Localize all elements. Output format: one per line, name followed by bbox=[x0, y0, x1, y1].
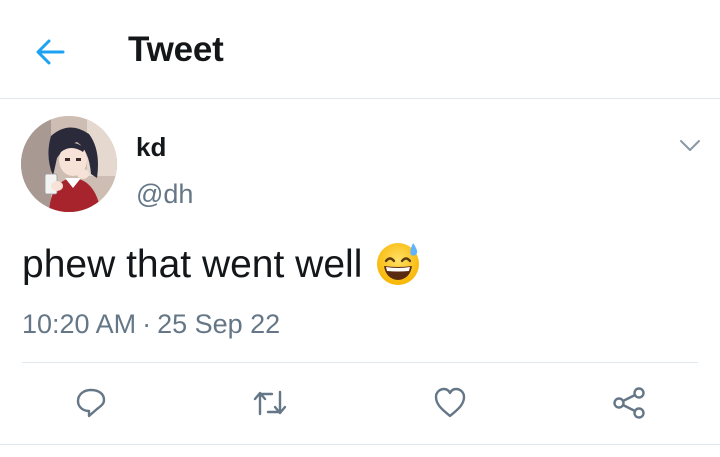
share-button[interactable] bbox=[609, 383, 649, 423]
arrow-left-icon bbox=[36, 39, 65, 65]
chevron-down-icon bbox=[680, 140, 700, 151]
author-handle[interactable]: @dh bbox=[136, 178, 193, 210]
retweet-icon bbox=[253, 390, 287, 416]
like-button[interactable] bbox=[430, 383, 470, 423]
tweet-date: 25 Sep 22 bbox=[157, 309, 281, 339]
avatar[interactable] bbox=[21, 116, 117, 212]
divider bbox=[22, 362, 698, 363]
tweet-detail-screen: Tweet kd @dh phew that went well 10:20 A… bbox=[0, 0, 720, 457]
reply-button[interactable] bbox=[71, 383, 111, 423]
share-icon bbox=[613, 387, 645, 419]
top-app-bar: Tweet bbox=[0, 0, 720, 99]
retweet-button[interactable] bbox=[250, 383, 290, 423]
tweet-timestamp: 10:20 AM · 25 Sep 22 bbox=[22, 307, 280, 341]
tweet-text-content: phew that went well bbox=[22, 243, 363, 286]
reply-icon bbox=[76, 388, 106, 418]
author-name[interactable]: kd bbox=[136, 131, 166, 163]
divider-bottom bbox=[0, 444, 720, 445]
grinning-face-with-sweat-icon bbox=[374, 239, 422, 287]
tweet-time: 10:20 AM bbox=[22, 309, 137, 339]
more-options-button[interactable] bbox=[674, 134, 706, 158]
heart-icon bbox=[434, 387, 466, 418]
timestamp-separator: · bbox=[142, 309, 152, 339]
tweet-text: phew that went well bbox=[22, 240, 422, 291]
back-button[interactable] bbox=[28, 30, 72, 74]
page-title: Tweet bbox=[128, 30, 224, 69]
avatar-image bbox=[21, 116, 117, 212]
